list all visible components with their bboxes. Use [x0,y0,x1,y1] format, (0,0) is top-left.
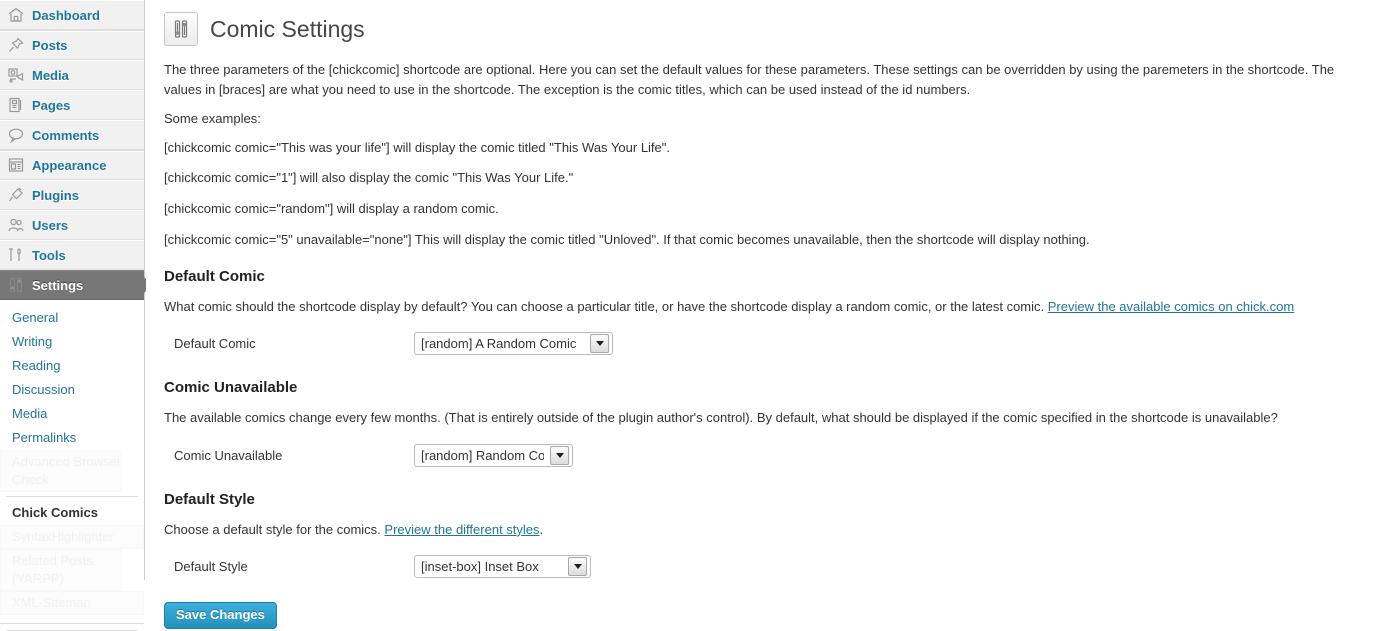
sidebar-item-comments[interactable]: Comments [0,120,144,150]
pin-icon [6,35,26,55]
admin-menu-top-level: Dashboard Posts Media Pages Comments Appearan… [0,0,152,300]
section-preview-link[interactable]: Preview the different styles [384,522,539,537]
submenu-item-media[interactable]: Media [0,402,144,426]
sidebar-item-label: Media [32,67,69,83]
submenu-item-discussion[interactable]: Discussion [0,378,144,402]
section-description-text: Choose a default style for the comics. [164,521,381,537]
tools-icon [6,245,26,265]
submit-row: Save Changes [164,602,1363,630]
settings-sliders-icon [6,275,26,295]
sidebar-item-label: Posts [32,37,68,53]
select-comic-unavailable[interactable]: [random] Random Comic [414,443,573,467]
settings-field-row: Default Comic [random] A Random Comic [164,326,623,361]
sidebar-item-dashboard[interactable]: Dashboard [0,0,144,30]
sidebar-item-label: Comments [32,127,100,143]
section-heading: Default Comic [164,267,265,285]
field-control-cell: [inset-box] Inset Box [404,549,601,584]
plug-icon [6,185,26,205]
submenu-item-chick-comics[interactable]: Chick Comics [0,501,144,525]
sidebar-item-appearance[interactable]: Appearance [0,150,144,180]
sidebar-item-plugins[interactable]: Plugins [0,180,144,210]
examples-list: [chickcomic comic="This was your life"] … [164,139,1363,250]
section-description: Choose a default style for the comics. P… [164,520,1363,540]
settings-submenu: General Writing Reading Discussion Media Perm… [0,300,144,624]
sidebar-item-settings[interactable]: Settings [0,270,152,300]
settings-field-row: Default Style [inset-box] Inset Box [164,549,601,584]
sidebar-item-label: Pages [32,97,71,113]
settings-sections: Default Comic What comic should the short… [164,268,1363,585]
submenu-item-syntaxhighlighter[interactable]: SyntaxHighlighter [0,525,144,549]
sidebar-item-label: Appearance [32,157,107,173]
sidebar-item-tools[interactable]: Tools [0,240,144,270]
examples-label: Some examples: [164,111,261,126]
pages-icon [6,95,26,115]
submenu-item-general[interactable]: General [0,306,144,330]
chevron-down-icon[interactable] [568,557,587,577]
field-label: Default Style [174,559,248,575]
sidebar-item-label: Dashboard [32,7,100,23]
example-line: [chickcomic comic="5" unavailable="none"… [164,232,1090,248]
field-control-cell: [random] A Random Comic [404,326,623,361]
section-heading: Default Style [164,490,255,508]
submenu-item-reading[interactable]: Reading [0,354,144,378]
save-changes-button[interactable]: Save Changes [164,602,277,630]
section-preview-link[interactable]: Preview the available comics on chick.co… [1048,299,1294,314]
submenu-item-related-posts-yarpp[interactable]: Related Posts (YARPP) [0,549,122,591]
submenu-item-writing[interactable]: Writing [0,330,144,354]
media-camera-icon [6,65,26,85]
example-line: [chickcomic comic="random"] will display… [164,201,499,217]
field-label: Default Comic [174,336,256,352]
chevron-down-icon[interactable] [590,334,609,354]
submenu-item-advanced-browser-check[interactable]: Advanced Browser Check [0,450,122,492]
select-default-style[interactable]: [inset-box] Inset Box [414,555,591,579]
sidebar-item-media[interactable]: Media [0,60,144,90]
sidebar-item-pages[interactable]: Pages [0,90,144,120]
settings-sliders-icon [164,12,198,46]
page-title: Comic Settings [210,15,365,42]
submenu-divider [6,496,138,497]
page-header: Comic Settings [164,12,1363,46]
submenu-item-xml-sitemap[interactable]: XML-Sitemap [0,591,144,615]
example-line: [chickcomic comic="This was your life"] … [164,139,671,155]
intro-paragraph: The three parameters of the [chickcomic]… [164,62,1335,97]
select-value: [random] Random Comic [421,447,544,463]
example-line: [chickcomic comic="1"] will also display… [164,170,574,186]
section-heading: Comic Unavailable [164,379,298,397]
field-label: Comic Unavailable [174,447,283,463]
sidebar-item-label: Users [32,217,69,233]
sidebar-item-label: Settings [32,277,84,293]
select-value: [random] A Random Comic [421,336,577,352]
main-content: Comic Settings The three parameters of t… [146,0,1383,630]
sidebar-item-label: Plugins [32,187,79,203]
select-value: [inset-box] Inset Box [421,559,539,575]
settings-field-table: Comic Unavailable [random] Random Comic [164,438,583,473]
users-icon [6,215,26,235]
section-description: The available comics change every few mo… [164,408,1363,428]
sidebar-item-label: Tools [32,247,66,263]
admin-sidebar: Dashboard Posts Media Pages Comments Appearan… [0,0,152,631]
comment-bubble-icon [6,125,26,145]
section-description-text: The available comics change every few mo… [164,410,1278,426]
settings-field-table: Default Comic [random] A Random Comic [164,326,623,361]
section-description: What comic should the shortcode display … [164,297,1363,317]
section-description-text: What comic should the shortcode display … [164,298,1045,314]
dashboard-home-icon [6,5,26,25]
submenu-item-permalinks[interactable]: Permalinks [0,426,144,450]
chevron-down-icon[interactable] [550,445,569,465]
select-default-comic[interactable]: [random] A Random Comic [414,332,613,356]
settings-field-row: Comic Unavailable [random] Random Comic [164,438,583,473]
field-control-cell: [random] Random Comic [404,438,583,473]
appearance-layout-icon [6,155,26,175]
sidebar-item-posts[interactable]: Posts [0,30,144,60]
sidebar-item-users[interactable]: Users [0,210,144,240]
section-description-tail: . [539,521,544,537]
settings-field-table: Default Style [inset-box] Inset Box [164,549,601,584]
